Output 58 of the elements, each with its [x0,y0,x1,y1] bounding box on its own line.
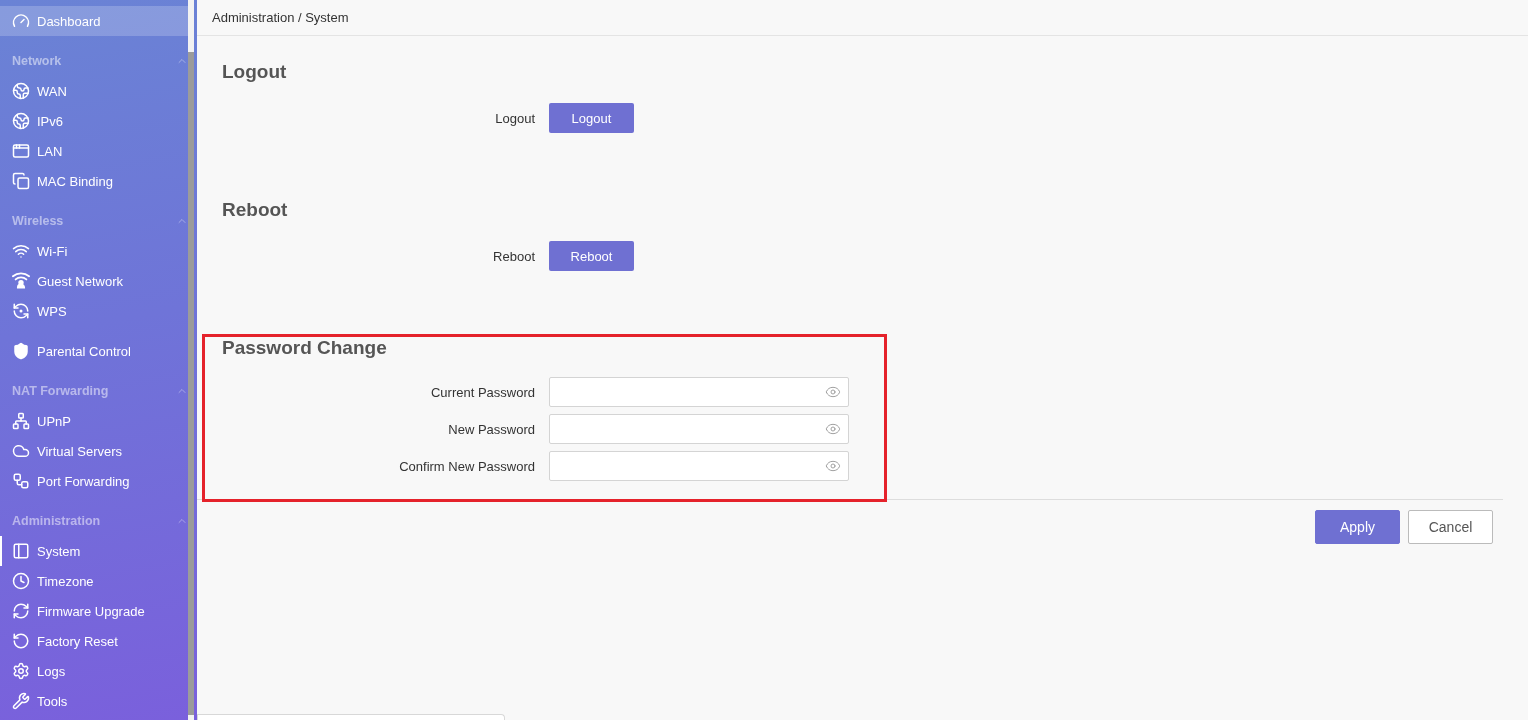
primary-button[interactable]: Apply [1315,510,1400,544]
sidebar-item[interactable]: Logs [0,656,188,686]
password-field[interactable] [549,414,849,444]
sidebar-item[interactable]: Guest Network [0,266,188,296]
sidebar-group-header[interactable]: NAT Forwarding [0,376,188,406]
window-icon [12,142,30,160]
settings-icon [12,662,30,680]
wrench-icon [12,692,30,710]
sidebar-item[interactable]: Tools [0,686,188,716]
section-title: Reboot [222,199,289,221]
sidebar-item[interactable]: WPS [0,296,188,326]
action-button[interactable]: Logout [549,103,634,133]
field-label: Confirm New Password [398,458,535,474]
rotate-icon [12,632,30,650]
sidebar-item[interactable]: Timezone [0,566,188,596]
two-squares-icon [12,172,30,190]
refresh-icon [12,302,30,320]
field-label: Logout [494,110,535,126]
sidebar-item[interactable]: Virtual Servers [0,436,188,466]
sidebar-item[interactable]: Wi-Fi [0,236,188,266]
sidebar-item[interactable]: Port Forwarding [0,466,188,496]
section-title: Logout [222,61,288,83]
sidebar-item[interactable]: Firmware Upgrade [0,596,188,626]
eye-icon[interactable] [825,384,841,400]
panel-icon [12,542,30,560]
clock-icon [12,572,30,590]
sidebar-item[interactable]: WAN [0,76,188,106]
sidebar-item[interactable]: UPnP [0,406,188,436]
sidebar-group-header[interactable]: Wireless [0,206,188,236]
refresh-icon [12,602,30,620]
gauge-icon [12,12,30,30]
sidebar-item[interactable]: Parental Control [0,336,188,366]
sidebar-item[interactable]: Factory Reset [0,626,188,656]
eye-icon[interactable] [825,458,841,474]
password-field[interactable] [549,377,849,407]
globe-icon [12,112,30,130]
sidebar-item[interactable]: System [0,536,188,566]
sidebar-item[interactable]: Dashboard [0,6,188,36]
wifi-icon [12,242,30,260]
sidebar-item[interactable]: IPv6 [0,106,188,136]
sidebar-item[interactable]: MAC Binding [0,166,188,196]
sidebar-item[interactable]: LAN [0,136,188,166]
field-label: Reboot [492,248,535,264]
breadcrumb: Administration / System [212,10,349,25]
password-field[interactable] [549,451,849,481]
secondary-button[interactable]: Cancel [1408,510,1493,544]
cloud-icon [12,442,30,460]
eye-icon[interactable] [825,421,841,437]
globe-icon [12,82,30,100]
shield-icon [12,342,30,360]
connected-boxes-icon [12,472,30,490]
field-label: New Password [447,421,535,437]
field-label: Current Password [429,384,535,400]
section-title: Password Change [222,337,388,359]
wifi-user-icon [12,272,30,290]
sidebar-group-header[interactable]: Administration [0,506,188,536]
network-icon [12,412,30,430]
action-button[interactable]: Reboot [549,241,634,271]
